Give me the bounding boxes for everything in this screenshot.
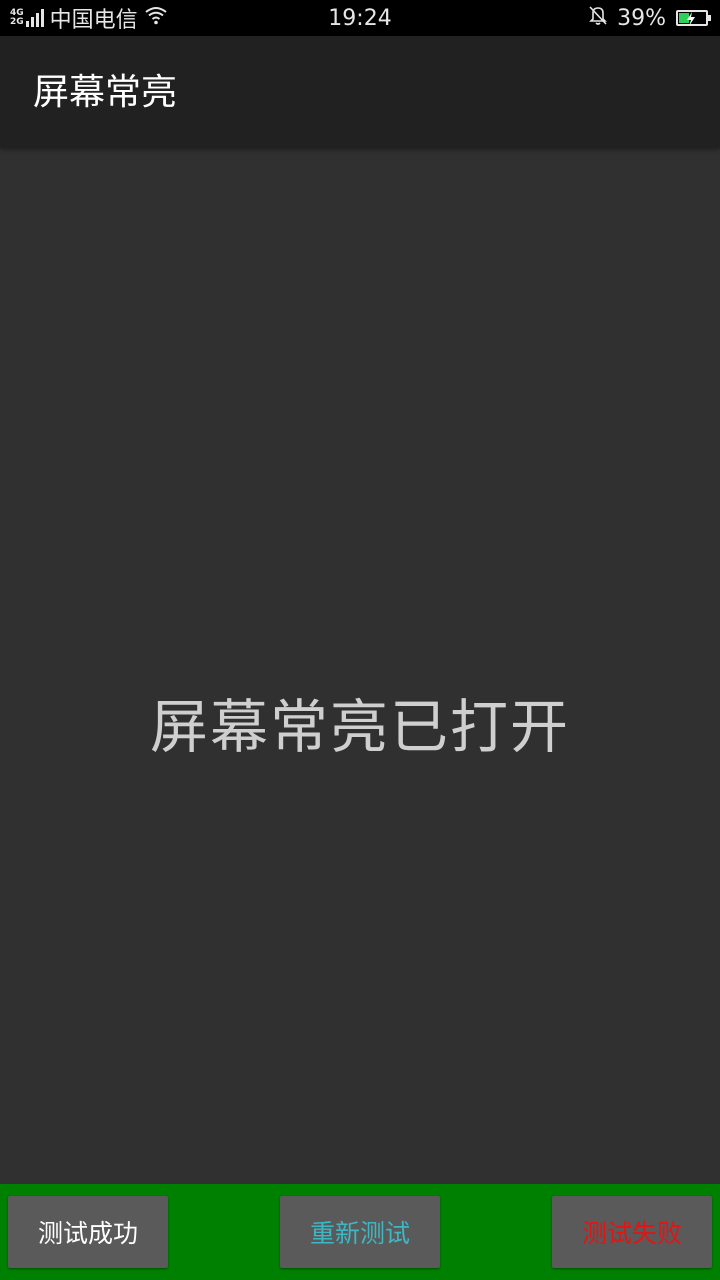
retest-button[interactable]: 重新测试 [280,1196,440,1268]
test-fail-button[interactable]: 测试失败 [552,1196,712,1268]
screen: 4G 2G 中国电信 19:24 39% 屏幕常亮 屏幕常亮已打开 测试成功 重… [0,0,720,1280]
status-bar: 4G 2G 中国电信 19:24 39% [0,0,720,36]
battery-percent: 39% [617,5,666,31]
status-right: 39% [587,0,711,36]
bottom-action-bar: 测试成功 重新测试 测试失败 [0,1184,720,1280]
bell-off-icon [587,4,609,32]
battery-charging-icon [676,10,711,26]
screen-on-message: 屏幕常亮已打开 [149,693,570,761]
app-title: 屏幕常亮 [33,72,178,113]
app-bar: 屏幕常亮 [0,36,720,148]
test-success-button[interactable]: 测试成功 [8,1196,168,1268]
